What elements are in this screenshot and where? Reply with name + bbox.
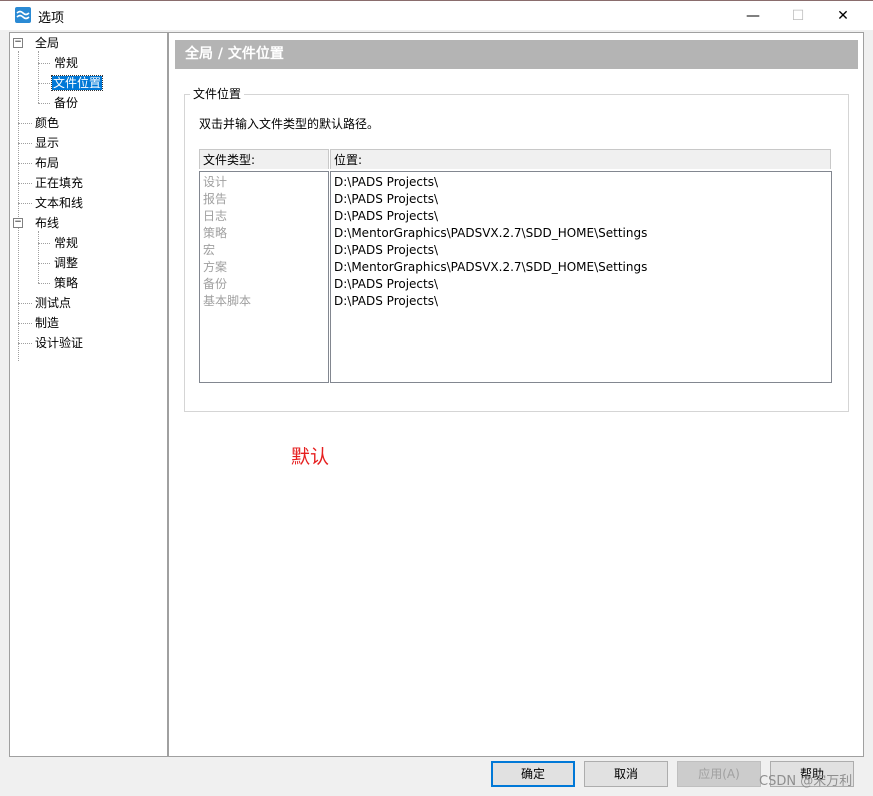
file-type-list[interactable]: 设计 报告 日志 策略 宏 方案 备份 基本脚本 (199, 171, 329, 383)
tree-item-global[interactable]: 全局 (34, 34, 60, 52)
tree-item-routing-adjust[interactable]: 调整 (53, 254, 79, 272)
tree-item-label: 颜色 (35, 116, 60, 130)
tree-connector (38, 103, 50, 104)
column-header-file-type[interactable]: 文件类型: (199, 149, 329, 169)
tree-item-label: 常规 (54, 56, 79, 70)
tree-item-colors[interactable]: 颜色 (34, 114, 60, 132)
options-tree[interactable]: − 全局 常规 文件位置 备份 颜色 显示 布局 正在填充 文本和线 − 布线 … (9, 32, 168, 757)
tree-connector (38, 83, 50, 84)
instruction-text: 双击并输入文件类型的默认路径。 (199, 117, 380, 131)
location-path-item[interactable]: D:\PADS Projects\ (334, 242, 438, 259)
maximize-button[interactable]: ☐ (775, 2, 821, 30)
tree-item-layout[interactable]: 布局 (34, 154, 60, 172)
collapse-routing-icon[interactable]: − (13, 218, 23, 228)
tree-item-label: 设计验证 (35, 336, 84, 350)
tree-item-routing[interactable]: 布线 (34, 214, 60, 232)
tree-item-routing-general[interactable]: 常规 (53, 234, 79, 252)
tree-item-label: 显示 (35, 136, 60, 150)
window-title: 选项 (38, 11, 65, 26)
close-button[interactable]: ✕ (820, 2, 866, 30)
location-path-item[interactable]: D:\PADS Projects\ (334, 191, 438, 208)
tree-item-label: 策略 (54, 276, 79, 290)
tree-item-label: 正在填充 (35, 176, 84, 190)
default-annotation: 默认 (291, 446, 330, 468)
tree-item-label: 全局 (35, 36, 60, 50)
tree-item-label: 常规 (54, 236, 79, 250)
tree-item-label: 调整 (54, 256, 79, 270)
location-path-item[interactable]: D:\PADS Projects\ (334, 208, 438, 225)
file-type-item[interactable]: 设计 (203, 174, 227, 191)
tree-connector (38, 63, 50, 64)
app-logo-icon (15, 7, 31, 23)
title-bar: 选项 — ☐ ✕ (0, 1, 873, 30)
location-list[interactable]: D:\PADS Projects\ D:\PADS Projects\ D:\P… (330, 171, 832, 383)
minimize-button[interactable]: — (730, 2, 776, 30)
tree-connector (18, 163, 32, 164)
tree-connector (18, 303, 32, 304)
cancel-button[interactable]: 取消 (584, 761, 668, 787)
group-title: 文件位置 (190, 85, 245, 102)
file-type-item[interactable]: 备份 (203, 276, 227, 293)
tree-connector (18, 143, 32, 144)
file-type-item[interactable]: 宏 (203, 242, 215, 259)
tree-item-text-lines[interactable]: 文本和线 (34, 194, 84, 212)
location-path-item[interactable]: D:\MentorGraphics\PADSVX.2.7\SDD_HOME\Se… (334, 259, 647, 276)
watermark: CSDN @宋万利 (759, 774, 853, 789)
ok-button[interactable]: 确定 (491, 761, 575, 787)
tree-item-label: 布局 (35, 156, 60, 170)
tree-connector (18, 123, 32, 124)
tree-item-label: 文件位置 (50, 75, 104, 91)
tree-item-label: 文本和线 (35, 196, 84, 210)
content-pane: 全局 / 文件位置 文件位置 双击并输入文件类型的默认路径。 文件类型: 位置:… (168, 32, 864, 757)
tree-connector (18, 51, 19, 361)
file-type-item[interactable]: 方案 (203, 259, 227, 276)
tree-item-routing-strategy[interactable]: 策略 (53, 274, 79, 292)
location-path-item[interactable]: D:\PADS Projects\ (334, 293, 438, 310)
tree-connector (38, 231, 39, 283)
location-path-item[interactable]: D:\PADS Projects\ (334, 174, 438, 191)
tree-connector (18, 203, 32, 204)
tree-connector (38, 51, 39, 103)
tree-item-display[interactable]: 显示 (34, 134, 60, 152)
tree-connector (38, 243, 50, 244)
file-type-item[interactable]: 报告 (203, 191, 227, 208)
tree-item-test-points[interactable]: 测试点 (34, 294, 72, 312)
location-path-item[interactable]: D:\PADS Projects\ (334, 276, 438, 293)
tree-connector (18, 323, 32, 324)
tree-item-design-verification[interactable]: 设计验证 (34, 334, 84, 352)
tree-item-label: 测试点 (35, 296, 72, 310)
tree-connector (18, 343, 32, 344)
tree-item-label: 布线 (35, 216, 60, 230)
file-type-item[interactable]: 策略 (203, 225, 227, 242)
tree-item-label: 备份 (54, 96, 79, 110)
tree-item-file-locations[interactable]: 文件位置 (50, 74, 104, 92)
tree-connector (38, 263, 50, 264)
tree-connector (18, 183, 32, 184)
tree-connector (38, 283, 50, 284)
tree-item-backup[interactable]: 备份 (53, 94, 79, 112)
apply-button[interactable]: 应用(A) (677, 761, 761, 787)
file-type-item[interactable]: 基本脚本 (203, 293, 251, 310)
tree-item-manufacturing[interactable]: 制造 (34, 314, 60, 332)
file-type-item[interactable]: 日志 (203, 208, 227, 225)
tree-item-label: 制造 (35, 316, 60, 330)
tree-item-general[interactable]: 常规 (53, 54, 79, 72)
tree-item-filling[interactable]: 正在填充 (34, 174, 84, 192)
location-path-item[interactable]: D:\MentorGraphics\PADSVX.2.7\SDD_HOME\Se… (334, 225, 647, 242)
collapse-global-icon[interactable]: − (13, 38, 23, 48)
section-header: 全局 / 文件位置 (175, 40, 858, 69)
column-header-location[interactable]: 位置: (330, 149, 831, 169)
